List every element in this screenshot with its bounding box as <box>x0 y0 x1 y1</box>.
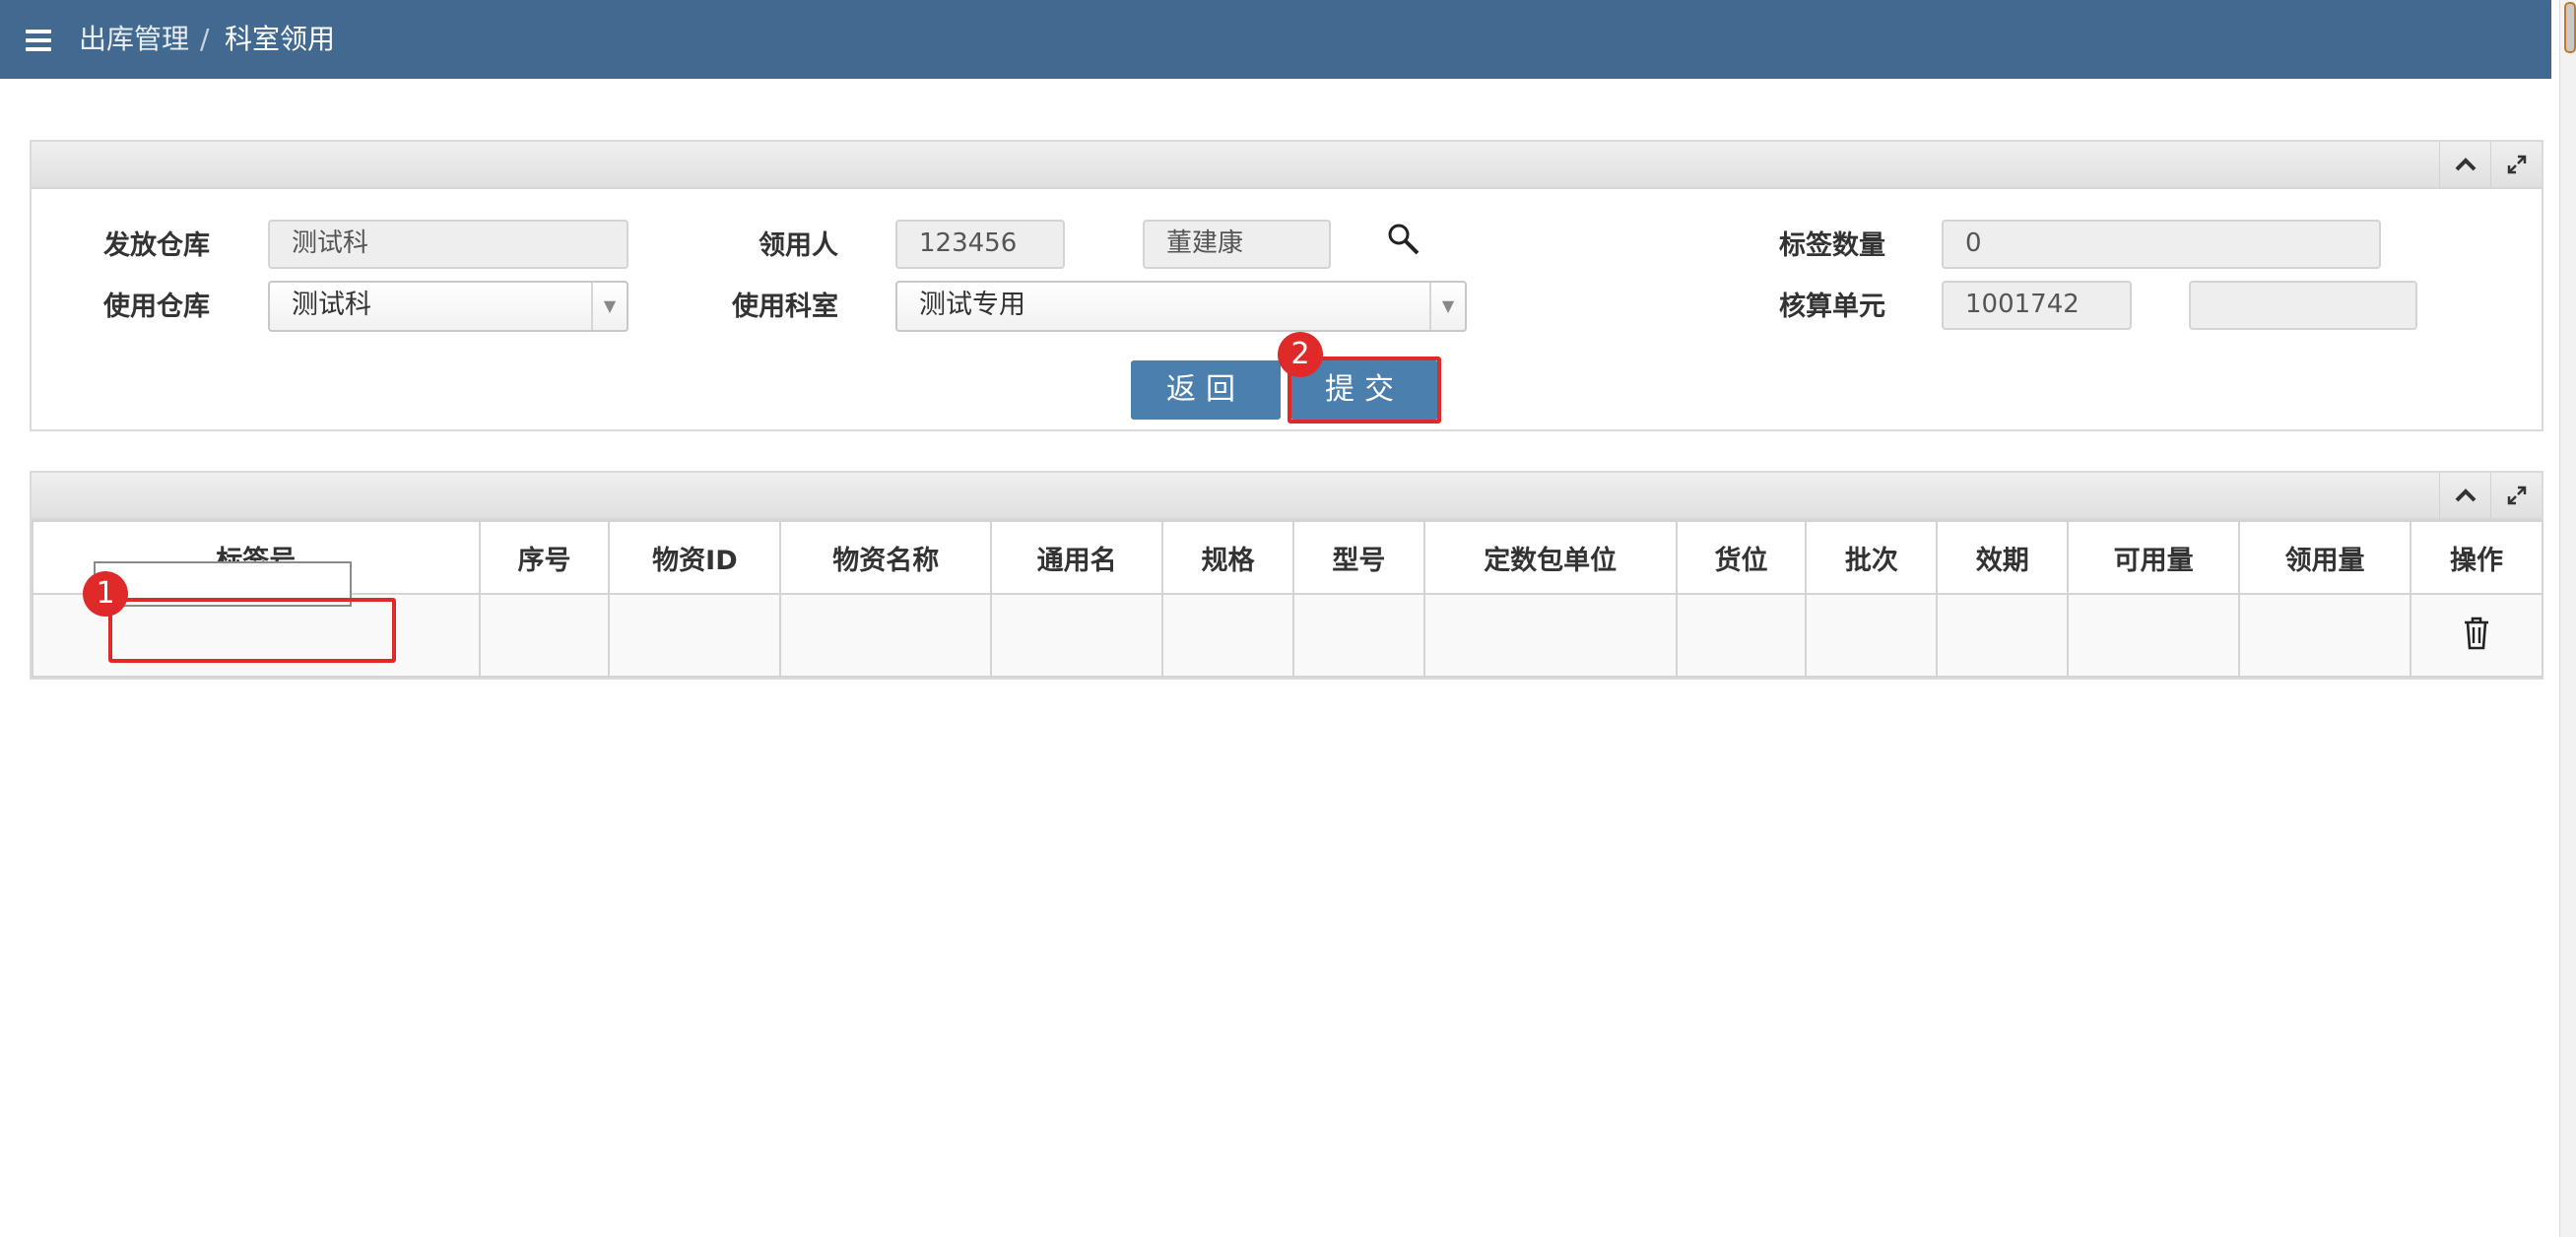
items-table: 标签号 序号 物资ID 物资名称 通用名 规格 型号 定数包单位 货位 批次 效… <box>32 520 2544 678</box>
column-header-spec: 规格 <box>1161 520 1294 595</box>
table-panel: 标签号 序号 物资ID 物资名称 通用名 规格 型号 定数包单位 货位 批次 效… <box>30 471 2544 680</box>
chevron-up-icon[interactable] <box>2439 473 2490 518</box>
issue-warehouse-label: 发放仓库 <box>103 230 210 261</box>
table-cell <box>1422 593 1678 678</box>
table-cell <box>1675 593 1808 678</box>
table-header-row: 标签号 序号 物资ID 物资名称 通用名 规格 型号 定数包单位 货位 批次 效… <box>32 520 2544 595</box>
use-warehouse-value: 测试科 <box>292 290 371 320</box>
expand-icon[interactable] <box>2490 142 2542 187</box>
breadcrumb-item-current: 科室领用 <box>225 23 336 55</box>
table-cell <box>990 593 1164 678</box>
column-header-seq: 序号 <box>478 520 611 595</box>
column-header-package-unit: 定数包单位 <box>1422 520 1678 595</box>
chevron-down-icon[interactable]: ▼ <box>591 283 627 330</box>
use-warehouse-label: 使用仓库 <box>103 292 210 322</box>
issue-warehouse-field: 测试科 <box>268 220 628 269</box>
column-header-actions: 操作 <box>2409 520 2544 595</box>
trash-icon[interactable] <box>2462 616 2491 655</box>
scrollbar-thumb[interactable] <box>2564 2 2576 53</box>
form-panel-header <box>32 142 2542 189</box>
use-department-value: 测试专用 <box>919 290 1025 320</box>
column-header-material-name: 物资名称 <box>779 520 993 595</box>
back-button[interactable]: 返回 <box>1131 360 1281 420</box>
chevron-up-icon[interactable] <box>2439 142 2490 187</box>
table-cell <box>1936 593 2070 678</box>
table-cell <box>608 593 782 678</box>
tag-input-highlight-box <box>108 598 396 663</box>
table-cell-actions <box>2409 593 2544 678</box>
expand-icon[interactable] <box>2490 473 2542 518</box>
column-header-material-id: 物资ID <box>608 520 782 595</box>
table-cell <box>779 593 993 678</box>
column-header-expiry: 效期 <box>1936 520 2070 595</box>
column-header-batch: 批次 <box>1805 520 1939 595</box>
menu-icon[interactable] <box>26 30 51 51</box>
step-badge-2: 2 <box>1278 332 1323 377</box>
recipient-name-field: 董建康 <box>1143 220 1331 269</box>
column-header-location: 货位 <box>1675 520 1808 595</box>
breadcrumb-separator: / <box>200 23 210 55</box>
top-bar: 出库管理 / 科室领用 <box>0 0 2551 79</box>
search-icon[interactable] <box>1387 223 1420 260</box>
column-header-available-qty: 可用量 <box>2067 520 2241 595</box>
table-cell <box>2238 593 2411 678</box>
accounting-unit-code-field: 1001742 <box>1942 281 2132 330</box>
table-cell <box>2067 593 2241 678</box>
table-cell <box>1805 593 1939 678</box>
recipient-label: 领用人 <box>759 230 838 261</box>
step-badge-1: 1 <box>83 571 128 617</box>
use-department-label: 使用科室 <box>732 292 838 322</box>
accounting-unit-name-field <box>2189 281 2417 330</box>
table-row <box>32 593 2544 678</box>
chevron-down-icon[interactable]: ▼ <box>1429 283 1465 330</box>
use-warehouse-select[interactable]: 测试科 ▼ <box>268 281 628 332</box>
table-cell <box>1291 593 1425 678</box>
column-header-request-qty: 领用量 <box>2238 520 2411 595</box>
table-cell <box>1161 593 1294 678</box>
table-cell <box>478 593 611 678</box>
tag-count-field: 0 <box>1942 220 2381 269</box>
vertical-scrollbar[interactable] <box>2559 0 2576 1237</box>
accounting-unit-label: 核算单元 <box>1779 292 1885 322</box>
recipient-code-field: 123456 <box>895 220 1065 269</box>
column-header-model: 型号 <box>1291 520 1425 595</box>
use-department-select[interactable]: 测试专用 ▼ <box>895 281 1467 332</box>
table-panel-header <box>32 473 2542 520</box>
column-header-generic-name: 通用名 <box>990 520 1164 595</box>
breadcrumb-item-outbound[interactable]: 出库管理 <box>79 22 189 57</box>
tag-count-label: 标签数量 <box>1779 230 1885 261</box>
